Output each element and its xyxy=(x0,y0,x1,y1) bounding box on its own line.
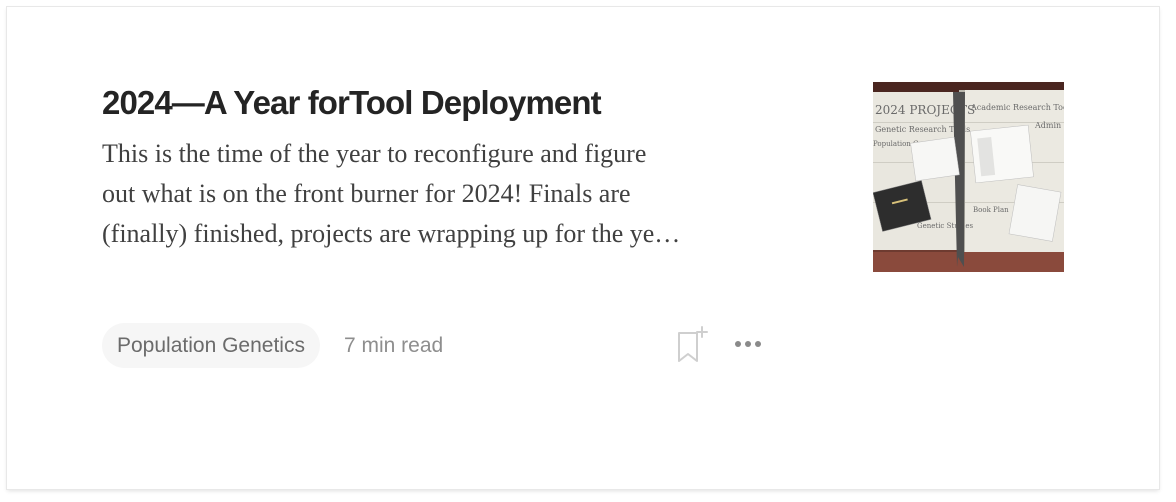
more-options-button[interactable] xyxy=(732,331,764,357)
save-button[interactable] xyxy=(675,325,711,365)
topic-tag[interactable]: Population Genetics xyxy=(102,323,320,368)
read-time: 7 min read xyxy=(344,334,444,357)
more-horizontal-icon xyxy=(735,341,761,347)
notebook-text: Admin xyxy=(1034,121,1061,130)
article-thumbnail[interactable]: 2024 PROJECTS Academic Research Tools Ge… xyxy=(873,82,1064,272)
article-title[interactable]: 2024—A Year forTool Deployment xyxy=(102,83,602,123)
article-excerpt[interactable]: This is the time of the year to reconfig… xyxy=(102,134,770,254)
excerpt-line: This is the time of the year to reconfig… xyxy=(102,139,647,168)
notebook-text: Academic Research Tools xyxy=(970,103,1064,112)
excerpt-line: out what is on the front burner for 2024… xyxy=(102,179,631,208)
article-card[interactable]: 2024—A Year forTool Deployment This is t… xyxy=(7,7,1159,489)
notebook-photo: 2024 PROJECTS Academic Research Tools Ge… xyxy=(873,82,1064,272)
excerpt-line: (finally) finished, projects are wrappin… xyxy=(102,219,681,248)
bookmark-plus-icon xyxy=(678,326,708,362)
notebook-text: Genetic Studies xyxy=(917,222,974,230)
notebook-text: Book Plan xyxy=(973,206,1009,214)
